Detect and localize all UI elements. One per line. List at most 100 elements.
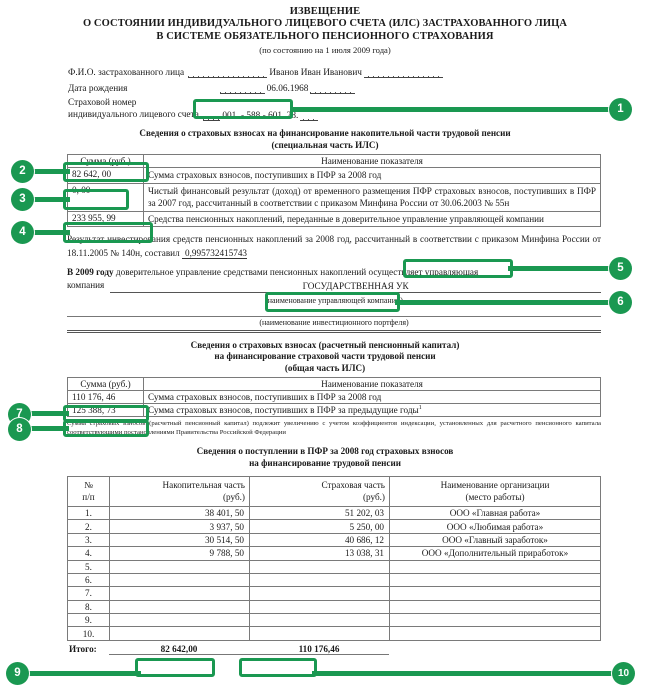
leader-line-4 <box>34 230 70 235</box>
general-row-1-sum: 110 176, 46 <box>67 390 144 405</box>
management-company-value: ГОСУДАРСТВЕННАЯ УК <box>110 280 601 293</box>
special-row-1-sum: 82 642, 00 <box>67 167 144 184</box>
receipt-row-2-org: ООО «Любимая работа» <box>389 519 601 534</box>
receipts-totals-row: Итого: 82 642,00 110 176,46 <box>67 641 601 658</box>
investment-result-value: 0,995732415743 <box>181 247 247 259</box>
badge-6: 6 <box>609 291 632 314</box>
column-header-strahovaya: Страховая часть (руб.) <box>249 476 390 507</box>
column-header-sum: Сумма (руб.) <box>67 154 144 169</box>
badge-4: 4 <box>11 221 34 244</box>
column-header-nakop-line-2: (руб.) <box>222 491 245 502</box>
receipt-row-1-nakop: 38 401, 50 <box>109 505 250 521</box>
receipt-row-5-org <box>389 559 601 574</box>
investment-result-line: Результат инвестирования средств пенсион… <box>67 233 601 259</box>
table-row: 2. 3 937, 50 5 250, 00 ООО «Любимая рабо… <box>67 519 601 534</box>
general-part-heading-line-2: на финансирование страховой части трудов… <box>214 351 436 362</box>
title-line-2: О СОСТОЯНИИ ИНДИВИДУАЛЬНОГО ЛИЦЕВОГО СЧЕ… <box>82 18 568 30</box>
receipt-row-10-nakop <box>109 626 250 641</box>
receipt-row-3-nakop: 30 514, 50 <box>109 532 250 548</box>
leader-line-8 <box>31 426 69 431</box>
special-row-3-sum: 233 955, 99 <box>67 210 144 228</box>
general-part-heading-line-1: Сведения о страховых взносах (расчетный … <box>190 340 460 351</box>
receipt-row-10-strah <box>249 626 390 641</box>
column-header-no-line-1: № <box>84 480 93 491</box>
column-header-no: № п/п <box>67 476 110 507</box>
receipt-row-3-no: 3. <box>67 532 110 548</box>
receipt-row-9-strah <box>249 613 390 628</box>
portfolio-caption: (наименование инвестиционного портфеля) <box>259 318 409 328</box>
badge-3: 3 <box>11 188 34 211</box>
general-part-heading: Сведения о страховых взносах (расчетный … <box>0 340 650 374</box>
receipt-row-3-org: ООО «Главный заработок» <box>389 532 601 548</box>
management-intro: В 2009 году доверительное управление сре… <box>67 266 601 279</box>
special-part-heading-line-2: (специальная часть ИЛС) <box>271 139 379 150</box>
document-page: ИЗВЕЩЕНИЕ О СОСТОЯНИИ ИНДИВИДУАЛЬНОГО ЛИ… <box>0 0 650 691</box>
special-part-heading-line-1: Сведения о страховых взносах на финансир… <box>139 128 511 139</box>
receipts-table: № п/п Накопительная часть (руб.) Страхов… <box>67 476 601 641</box>
table-header-row: Сумма (руб.) Наименование показателя <box>67 377 601 392</box>
table-row: 3. 30 514, 50 40 686, 12 ООО «Главный за… <box>67 532 601 548</box>
leader-line-2 <box>34 169 70 174</box>
birth-label: Дата рождения <box>68 84 128 95</box>
receipts-heading: Сведения о поступлении в ПФР за 2008 год… <box>0 446 650 469</box>
receipt-row-2-no: 2. <box>67 519 110 534</box>
receipts-heading-line-1: Сведения о поступлении в ПФР за 2008 год… <box>196 446 454 457</box>
receipt-row-6-nakop <box>109 572 250 588</box>
receipt-row-4-no: 4. <box>67 546 110 561</box>
birth-value-field: 06.06.1968 <box>220 82 355 95</box>
leader-line-9 <box>29 671 141 676</box>
receipt-row-1-no: 1. <box>67 505 110 521</box>
special-row-2-sum: 0, 00 <box>67 182 144 212</box>
leader-line-3 <box>34 197 70 202</box>
receipt-row-7-no: 7. <box>67 586 110 601</box>
table-header-row: Сумма (руб.) Наименование показателя <box>67 154 601 169</box>
footnote-marker: 1 <box>418 405 422 412</box>
receipt-row-8-strah <box>249 599 390 615</box>
portfolio-divider <box>67 316 601 318</box>
receipt-row-9-org <box>389 613 601 628</box>
table-row: 5. <box>67 559 601 574</box>
receipt-row-9-no: 9. <box>67 613 110 628</box>
column-header-sum: Сумма (руб.) <box>67 377 144 392</box>
receipt-row-8-org <box>389 599 601 615</box>
receipt-row-4-strah: 13 038, 31 <box>249 546 390 561</box>
fio-label: Ф.И.О. застрахованного лица <box>68 68 185 79</box>
general-part-footnote: Сумма страховых взносов (расчетный пенси… <box>67 420 601 437</box>
table-row: 0, 00 Чистый финансовый результат (доход… <box>67 182 601 212</box>
receipt-row-10-org <box>389 626 601 641</box>
table-row: 110 176, 46 Сумма страховых взносов, пос… <box>67 390 601 405</box>
general-row-2-text: Сумма страховых взносов, поступивших в П… <box>148 405 419 416</box>
badge-7: 7 <box>8 403 31 426</box>
receipt-row-7-org <box>389 586 601 601</box>
column-header-nakopitelnaya: Накопительная часть (руб.) <box>109 476 250 507</box>
column-header-indicator: Наименование показателя <box>143 154 601 169</box>
receipts-heading-line-2: на финансирование трудовой пенсии <box>249 457 401 468</box>
column-header-org-line-2: (место работы) <box>465 491 525 502</box>
leader-line-10 <box>312 671 616 676</box>
totals-nakopitelnaya: 82 642,00 <box>109 644 249 655</box>
management-intro-text: доверительное управление средствами пенс… <box>115 266 479 277</box>
table-row: 4. 9 788, 50 13 038, 31 ООО «Дополнитель… <box>67 546 601 561</box>
badge-9: 9 <box>6 662 29 685</box>
snils-value-field: 001. - 588 - 601. 28. <box>202 109 318 122</box>
table-row: 8. <box>67 599 601 615</box>
special-part-table: Сумма (руб.) Наименование показателя 82 … <box>67 154 601 228</box>
receipt-row-5-strah <box>249 559 390 574</box>
totals-label: Итого: <box>69 644 97 655</box>
snils-label-line-1: Страховой номер <box>68 98 137 109</box>
column-header-organization: Наименование организации (место работы) <box>389 476 601 507</box>
investment-result-text: Результат инвестирования средств пенсион… <box>67 234 601 258</box>
receipt-row-4-org: ООО «Дополнительный приработок» <box>389 546 601 561</box>
leader-line-7 <box>31 411 69 416</box>
receipts-table-body: 1. 38 401, 50 51 202, 03 ООО «Главная ра… <box>67 505 601 641</box>
special-row-3-name: Средства пенсионных накоплений, переданн… <box>143 210 601 228</box>
management-year: В 2009 году <box>67 266 114 277</box>
receipt-row-1-org: ООО «Главная работа» <box>389 505 601 521</box>
field-fio: Ф.И.О. застрахованного лица Иванов Иван … <box>68 62 650 79</box>
receipt-row-1-strah: 51 202, 03 <box>249 505 390 521</box>
title-line-3: В СИСТЕМЕ ОБЯЗАТЕЛЬНОГО ПЕНСИОННОГО СТРА… <box>156 30 494 42</box>
badge-8: 8 <box>8 418 31 441</box>
management-company-label: компания <box>67 280 105 291</box>
totals-strahovaya: 110 176,46 <box>249 644 389 655</box>
general-row-2-name: Сумма страховых взносов, поступивших в П… <box>143 403 601 418</box>
